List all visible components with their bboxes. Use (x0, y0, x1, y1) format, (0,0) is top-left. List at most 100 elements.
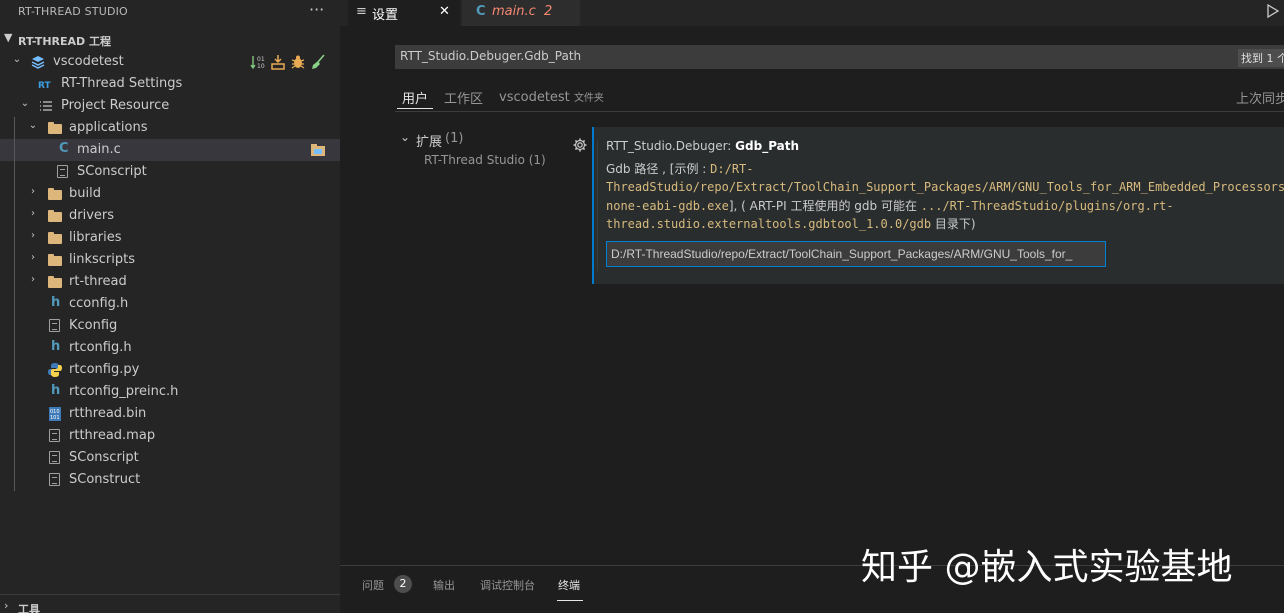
menu-lines-icon: ≡ (356, 4, 367, 19)
tree-item-label: linkscripts (69, 252, 135, 267)
desc-text: Gdb 路径 , [示例 : (606, 162, 711, 176)
tree-item-folder-rt-thread[interactable]: › rt-thread (0, 271, 340, 293)
toc-group-label: 扩展 (416, 135, 443, 150)
tree-item-project-resource[interactable]: ⌄ Project Resource (0, 95, 340, 117)
h-file-icon: h (51, 339, 61, 354)
tab-main-c[interactable]: C main.c 2 (462, 0, 580, 26)
clean-broom-icon[interactable] (310, 54, 326, 70)
tree-item-file-main-c[interactable]: C main.c (0, 139, 340, 161)
tab-settings[interactable]: ≡ 设置 ✕ (348, 0, 460, 26)
open-in-folder-icon[interactable] (310, 142, 326, 158)
tree-item-file-rtthread-map[interactable]: rtthread.map (0, 425, 340, 447)
watermark: 知乎 @嵌入式实验基地 (861, 547, 1233, 588)
explorer-sidebar: RT-THREAD STUDIO ··· ▼ RT-THREAD 工程 ⌄ vs… (0, 0, 340, 613)
tree-item-folder-libraries[interactable]: › libraries (0, 227, 340, 249)
tree-item-label: rtconfig.py (69, 362, 140, 377)
problems-badge: 2 (394, 575, 412, 593)
desc-code: ThreadStudio/repo/Extract/ToolChain_Supp… (606, 180, 1284, 194)
setting-name: Gdb_Path (735, 139, 800, 153)
folder-suffix: 文件夹 (573, 93, 604, 104)
tree-item-label: rtconfig.h (69, 340, 132, 355)
tools-section-header[interactable]: › 工具 (0, 598, 340, 613)
h-file-icon: h (51, 295, 61, 310)
python-icon (47, 362, 63, 378)
toc-group-count: (1) (445, 131, 464, 146)
tree-item-label: SConscript (69, 450, 139, 465)
section-divider (0, 594, 340, 595)
chevron-right-icon: › (31, 252, 35, 263)
download-icon[interactable] (270, 54, 286, 70)
tab-terminal[interactable]: 终端 (558, 577, 580, 593)
tree-item-project[interactable]: ⌄ vscodetest 01 10 (0, 51, 340, 73)
project-section-header[interactable]: ▼ RT-THREAD 工程 (0, 30, 340, 50)
folder-icon (47, 230, 63, 246)
run-icon[interactable] (1266, 3, 1280, 23)
svg-text:101: 101 (50, 415, 60, 421)
tab-debug-console[interactable]: 调试控制台 (480, 577, 535, 593)
project-section-label: RT-THREAD 工程 (18, 35, 111, 48)
sort-icon[interactable]: 01 10 (250, 54, 266, 70)
tab-output[interactable]: 输出 (433, 577, 455, 593)
chevron-right-icon: › (31, 274, 35, 285)
tree-item-label: libraries (69, 230, 122, 245)
folder-icon (47, 208, 63, 224)
settings-search-input[interactable]: RTT_Studio.Debuger.Gdb_Path 找到 1 个 (395, 45, 1284, 69)
c-file-icon: C (59, 141, 69, 156)
tab-workspace[interactable]: 工作区 (444, 88, 483, 107)
document-icon (47, 428, 63, 444)
tree-item-folder-build[interactable]: › build (0, 183, 340, 205)
bug-icon[interactable] (290, 54, 306, 70)
desc-code: none-eabi-gdb.exe (606, 199, 729, 213)
tab-problems[interactable]: 问题 (362, 577, 384, 593)
toc-item-rt-thread-studio[interactable]: RT-Thread Studio (1) (424, 153, 546, 167)
tree-item-file-rtconfig-preinc-h[interactable]: h rtconfig_preinc.h (0, 381, 340, 403)
setting-category: RTT_Studio.Debuger: (606, 139, 736, 153)
tree-item-file-rtconfig-h[interactable]: h rtconfig.h (0, 337, 340, 359)
last-sync-label: 上次同步 (1236, 92, 1284, 107)
tree-item-file-rtthread-bin[interactable]: 010 101 rtthread.bin (0, 403, 340, 425)
tab-main-c-label: main.c (492, 4, 536, 19)
document-icon (47, 472, 63, 488)
setting-title: RTT_Studio.Debuger: Gdb_Path (606, 139, 799, 153)
tree-item-label: drivers (69, 208, 115, 223)
chevron-right-icon: › (31, 208, 35, 219)
tree-item-file-sconscript[interactable]: SConscript (0, 161, 340, 183)
tree-item-file-kconfig[interactable]: Kconfig (0, 315, 340, 337)
tree-item-folder-linkscripts[interactable]: › linkscripts (0, 249, 340, 271)
tab-user[interactable]: 用户 (402, 88, 428, 107)
tab-folder-label: vscodetest (499, 90, 570, 105)
tree-item-label: rtthread.map (69, 428, 156, 443)
more-actions-icon[interactable]: ··· (309, 0, 324, 19)
search-value: RTT_Studio.Debuger.Gdb_Path (400, 49, 582, 63)
svg-text:10: 10 (257, 63, 265, 70)
tree-item-label: applications (69, 120, 148, 135)
tree-item-file-rtconfig-py[interactable]: rtconfig.py (0, 359, 340, 381)
tree-item-label: rt-thread (69, 274, 127, 289)
tab-folder[interactable]: vscodetest 文件夹 (499, 89, 604, 105)
setting-description-line-1: Gdb 路径 , [示例 : D:/RT- (606, 160, 754, 177)
tree-item-file-sconstruct[interactable]: SConstruct (0, 469, 340, 491)
document-icon (55, 164, 71, 180)
gear-icon[interactable] (572, 137, 588, 157)
project-name: vscodetest (53, 54, 124, 69)
svg-text:01: 01 (257, 56, 265, 63)
editor-tab-bar: ≡ 设置 ✕ C main.c 2 (340, 0, 1284, 26)
tree-item-file-sconscript-root[interactable]: SConscript (0, 447, 340, 469)
folder-icon (47, 274, 63, 290)
desc-text: 目录下) (931, 217, 976, 231)
desc-code: D:/RT- (710, 162, 754, 176)
chevron-down-icon: ⌄ (12, 54, 22, 65)
tree-item-file-cconfig-h[interactable]: h cconfig.h (0, 293, 340, 315)
tree-item-rt-thread-settings[interactable]: RT RT-Thread Settings (0, 73, 340, 95)
close-icon[interactable]: ✕ (439, 4, 450, 19)
active-tab-indicator (397, 108, 433, 109)
folder-icon (47, 252, 63, 268)
gdb-path-input[interactable]: D:/RT-ThreadStudio/repo/Extract/ToolChai… (606, 241, 1106, 267)
tree-item-folder-drivers[interactable]: › drivers (0, 205, 340, 227)
svg-text:RT: RT (38, 81, 52, 91)
tab-settings-label: 设置 (372, 8, 399, 23)
tree-item-label: SConstruct (69, 472, 141, 487)
tree-item-label: main.c (77, 142, 121, 157)
toc-group-extensions[interactable]: ⌄ 扩展 (1) (398, 130, 548, 150)
tree-item-folder-applications[interactable]: ⌄ applications (0, 117, 340, 139)
